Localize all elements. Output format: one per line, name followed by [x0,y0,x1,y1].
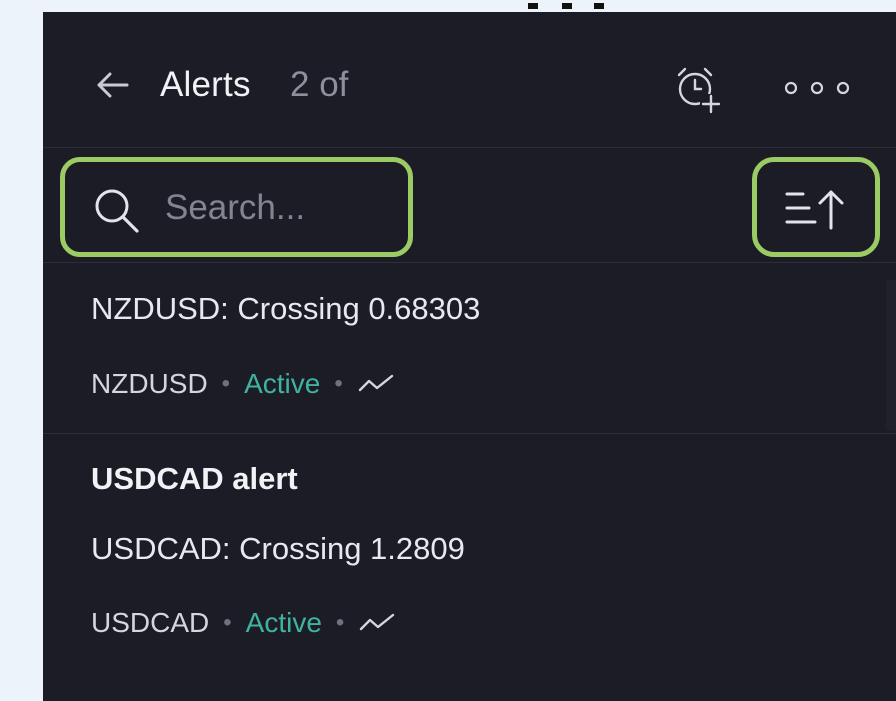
search-box[interactable] [60,157,413,257]
list-item[interactable]: NZDUSD: Crossing 0.68303 NZDUSD • Active… [43,264,896,434]
alert-symbol: NZDUSD [91,368,208,399]
alert-condition: USDCAD: Crossing 1.2809 [91,531,465,566]
separator-dot: • [335,609,345,636]
alert-meta: NZDUSD • Active • [91,364,395,404]
alert-symbol: USDCAD [91,607,210,638]
status-badge: Active [245,607,322,638]
alerts-toolbar [43,149,896,263]
alert-condition: NZDUSD: Crossing 0.68303 [91,291,481,326]
more-horizontal-icon[interactable] [783,78,851,98]
scrollbar-track[interactable] [886,280,896,430]
alerts-header: Alerts 2 of [43,12,896,148]
separator-dot: • [221,370,231,397]
price-line-icon [360,613,395,631]
sort-ascending-icon [785,190,844,230]
separator-dot: • [334,370,343,397]
alert-name: USDCAD alert [91,461,298,496]
alerts-panel: Alerts 2 of Search... NZDUSD: Crossing 0… [43,12,896,701]
alert-meta: USDCAD • Active • [91,603,396,643]
window-top-artifact [520,0,610,12]
separator-dot: • [223,609,232,636]
search-icon [95,189,139,233]
page-title: Alerts [160,65,251,104]
alarm-clock-plus-icon[interactable] [671,62,723,114]
alert-count: 2 of [290,65,349,104]
sort-button[interactable] [752,157,880,257]
back-arrow-icon[interactable] [95,70,129,100]
search-input[interactable] [165,180,395,236]
price-line-icon [358,374,393,392]
status-badge: Active [244,368,321,399]
list-item[interactable]: USDCAD alert USDCAD: Crossing 1.2809 USD… [43,435,896,701]
